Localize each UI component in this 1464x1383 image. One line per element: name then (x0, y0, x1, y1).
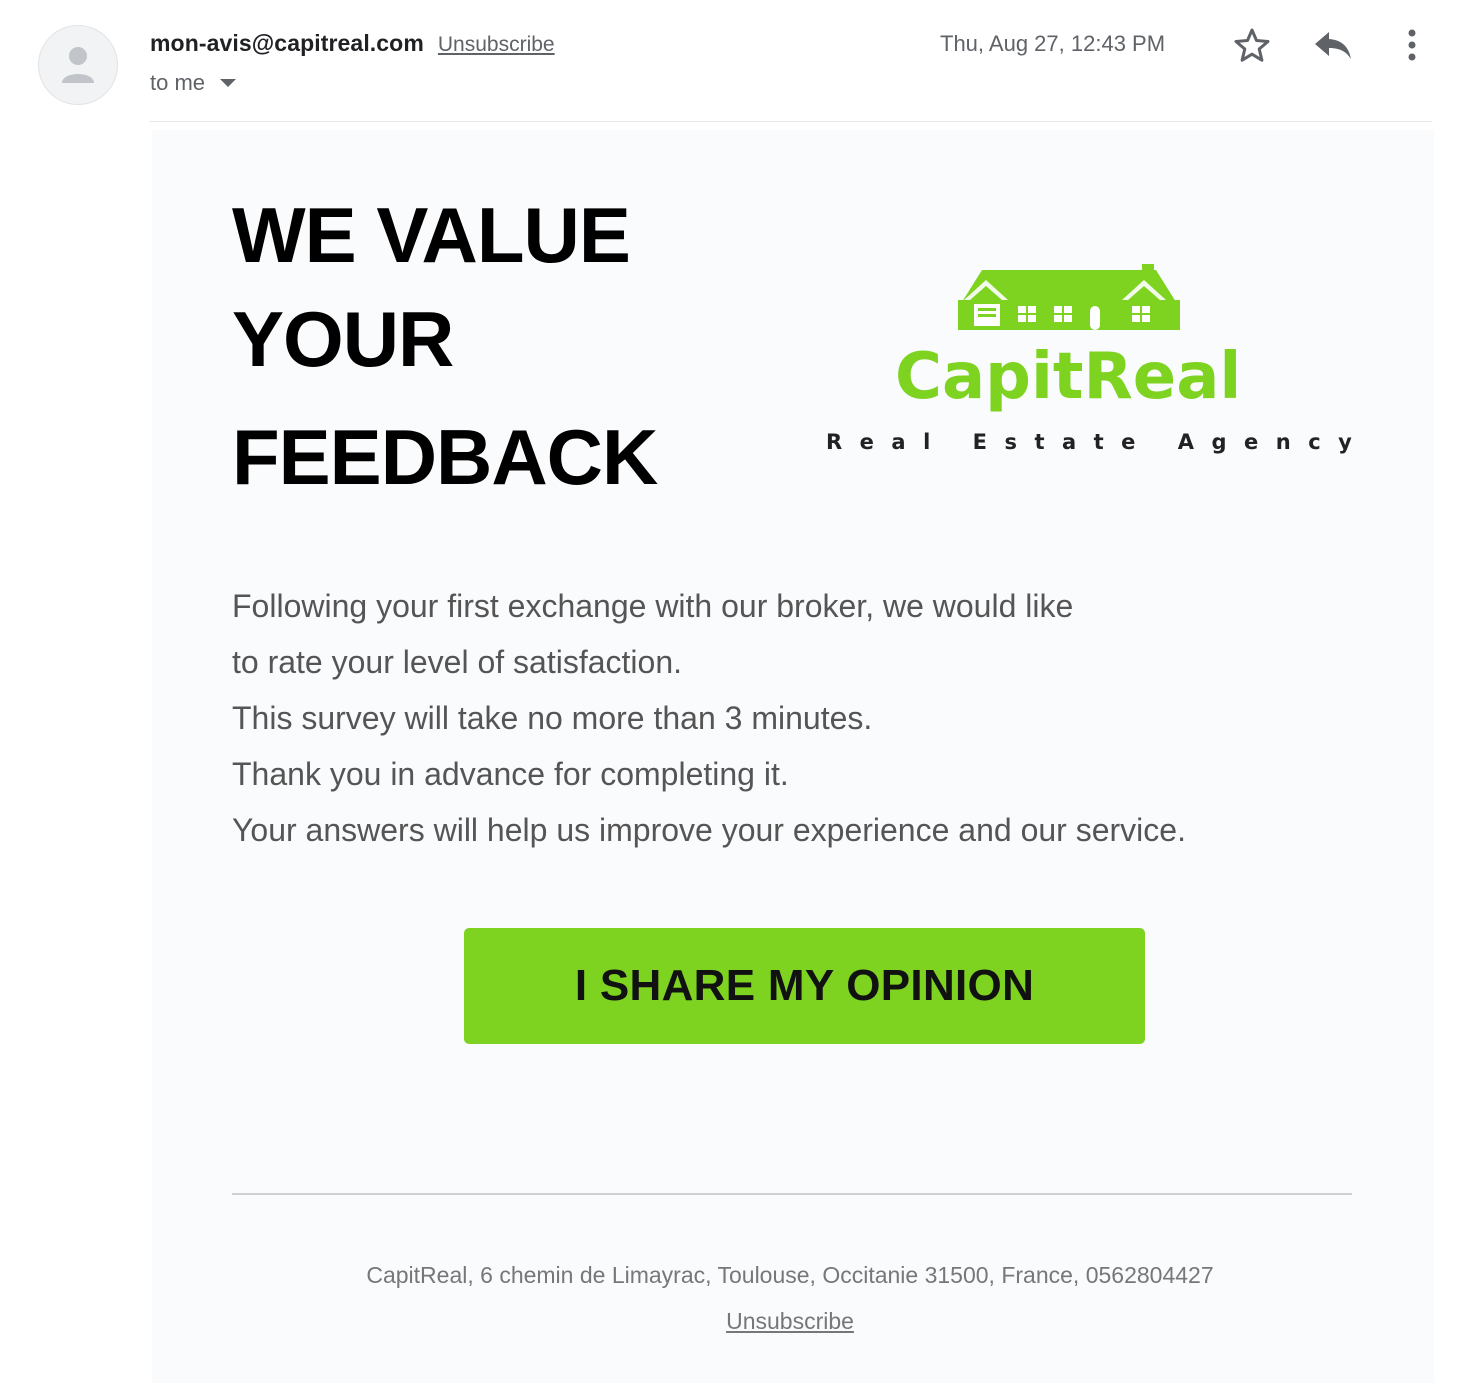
paragraph-line: Your answers will help us improve your e… (232, 812, 1186, 848)
paragraph-line: to rate your level of satisfaction. (232, 644, 682, 680)
footer-divider (232, 1193, 1352, 1195)
logo-name: CapitReal (895, 340, 1242, 414)
email-paragraph: Following your first exchange with our b… (232, 578, 1186, 858)
more-vert-icon (1408, 29, 1416, 61)
star-icon (1234, 28, 1270, 62)
footer-unsubscribe-link[interactable]: Unsubscribe (726, 1308, 854, 1334)
header-unsubscribe-link[interactable]: Unsubscribe (438, 33, 555, 57)
capitreal-logo: CapitReal Real Estate Agency (820, 262, 1352, 462)
caret-down-icon (220, 79, 237, 87)
footer-unsubscribe: Unsubscribe (232, 1308, 1348, 1335)
person-icon (62, 47, 94, 83)
footer-address: CapitReal, 6 chemin de Limayrac, Toulous… (366, 1262, 1214, 1288)
sender-avatar[interactable] (38, 25, 118, 105)
email-timestamp: Thu, Aug 27, 12:43 PM (940, 31, 1166, 56)
sender-line: mon-avis@capitreal.com Unsubscribe (150, 30, 555, 57)
reply-icon (1315, 32, 1351, 59)
logo-tagline: Real Estate Agency (826, 430, 1370, 454)
share-opinion-button[interactable]: I SHARE MY OPINION (464, 928, 1145, 1044)
house-icon (958, 264, 1180, 330)
reply-button[interactable] (1313, 30, 1353, 67)
recipient-label: to me (150, 70, 206, 95)
sender-email[interactable]: mon-avis@capitreal.com (150, 30, 424, 57)
star-button[interactable] (1233, 27, 1271, 68)
headline-line-2: YOUR (232, 295, 454, 383)
headline-line-3: FEEDBACK (232, 413, 658, 501)
header-divider (150, 121, 1432, 122)
paragraph-line: This survey will take no more than 3 min… (232, 700, 873, 736)
headline-line-1: WE VALUE (232, 191, 631, 279)
paragraph-line: Following your first exchange with our b… (232, 588, 1074, 624)
more-options-button[interactable] (1402, 28, 1422, 67)
recipient-details-toggle[interactable]: to me (150, 70, 237, 96)
paragraph-line: Thank you in advance for completing it. (232, 756, 789, 792)
